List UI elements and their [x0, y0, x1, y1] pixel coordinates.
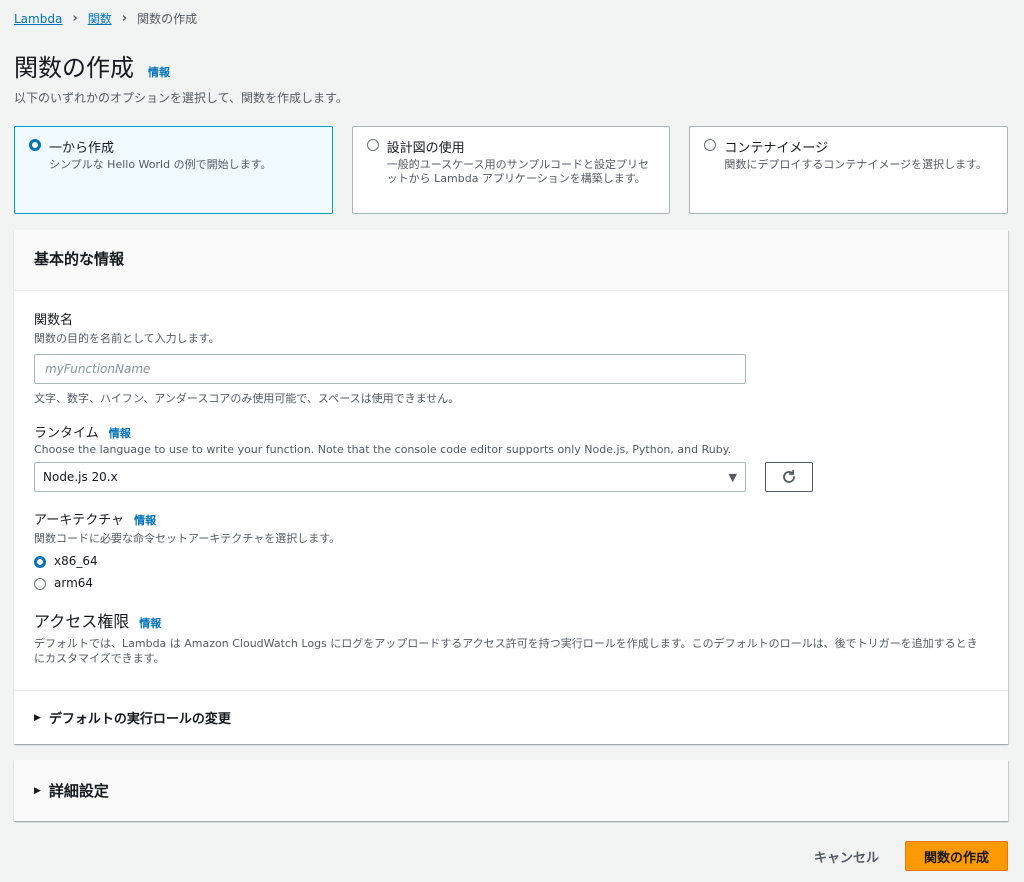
breadcrumb-lambda-link[interactable]: Lambda [14, 12, 62, 26]
page-info-link[interactable]: 情報 [148, 64, 170, 80]
runtime-info-link[interactable]: 情報 [109, 425, 131, 441]
breadcrumb: Lambda › 関数 › 関数の作成 [14, 10, 197, 27]
basic-info-header: 基本的な情報 [14, 230, 1008, 291]
option-use-blueprint[interactable]: 設計図の使用 一般的ユースケース用のサンプルコードと設定プリセットから Lamb… [351, 126, 671, 214]
permissions-title: アクセス権限 情報 [34, 608, 988, 632]
function-name-input[interactable] [34, 354, 746, 384]
architecture-option-x86-64[interactable]: x86_64 [34, 554, 988, 568]
radio-unselected-icon[interactable] [34, 578, 46, 590]
breadcrumb-functions-link[interactable]: 関数 [88, 10, 112, 27]
radio-selected-icon[interactable] [34, 556, 46, 568]
caret-down-icon: ▼ [728, 470, 737, 484]
radio-selected-icon[interactable] [29, 139, 41, 151]
runtime-select-row: Node.js 20.x ▼ [34, 462, 988, 492]
basic-info-body: 関数名 関数の目的を名前として入力します。 文字、数字、ハイフン、アンダースコア… [14, 291, 1008, 667]
runtime-desc: Choose the language to use to write your… [34, 443, 732, 456]
form-actions: キャンセル 関数の作成 [814, 841, 1008, 871]
architecture-option-label: x86_64 [54, 554, 98, 568]
option-author-from-scratch[interactable]: 一から作成 シンプルな Hello World の例で開始します。 [14, 126, 333, 214]
chevron-right-icon: › [121, 11, 128, 26]
permissions-section: アクセス権限 情報 デフォルトでは、Lambda は Amazon CloudW… [34, 608, 988, 667]
architecture-info-link[interactable]: 情報 [134, 512, 156, 528]
function-name-section: 関数名 関数の目的を名前として入力します。 文字、数字、ハイフン、アンダースコア… [34, 309, 988, 406]
radio-unselected-icon[interactable] [366, 139, 379, 151]
radio-unselected-icon[interactable] [704, 139, 717, 151]
change-default-role-expander[interactable]: ▶ デフォルトの実行ロールの変更 [14, 690, 1008, 744]
permissions-title-text: アクセス権限 [34, 612, 130, 631]
option-title: 一から作成 [49, 141, 115, 156]
option-desc: 関数にデプロイするコンテナイメージを選択します。 [724, 158, 988, 171]
architecture-option-label: arm64 [54, 576, 94, 590]
option-title: コンテナイメージ [724, 141, 829, 156]
function-name-label: 関数名 [34, 309, 988, 328]
runtime-label-text: ランタイム [34, 426, 99, 441]
create-function-button[interactable]: 関数の作成 [904, 841, 1008, 871]
option-desc: シンプルな Hello World の例で開始します。 [49, 158, 272, 171]
function-name-desc: 関数の目的を名前として入力します。 [34, 332, 220, 345]
refresh-runtime-button[interactable] [765, 462, 813, 492]
page-subtitle: 以下のいずれかのオプションを選択して、関数を作成します。 [14, 91, 348, 105]
breadcrumb-current: 関数の作成 [137, 12, 198, 26]
option-desc: 一般的ユースケース用のサンプルコードと設定プリセットから Lambda アプリケ… [386, 158, 650, 186]
architecture-label-text: アーキテクチャ [34, 513, 125, 528]
permissions-info-link[interactable]: 情報 [139, 615, 161, 631]
advanced-settings-expander[interactable]: ▶ 詳細設定 [14, 760, 1008, 821]
architecture-label: アーキテクチャ 情報 [34, 509, 988, 528]
architecture-desc: 関数コードに必要な命令セットアーキテクチャを選択します。 [34, 532, 341, 545]
page-title: 関数の作成 [14, 54, 134, 82]
runtime-select[interactable]: Node.js 20.x ▼ [34, 462, 746, 492]
creation-options: 一から作成 シンプルな Hello World の例で開始します。 設計図の使用… [14, 126, 1009, 214]
function-name-constraint: 文字、数字、ハイフン、アンダースコアのみ使用可能で、スペースは使用できません。 [34, 392, 460, 405]
caret-right-icon: ▶ [34, 712, 41, 723]
permissions-desc: デフォルトでは、Lambda は Amazon CloudWatch Logs … [34, 637, 978, 666]
page-header: 関数の作成 情報 [14, 48, 170, 83]
architecture-section: アーキテクチャ 情報 関数コードに必要な命令セットアーキテクチャを選択します。 … [34, 509, 988, 590]
option-title: 設計図の使用 [386, 141, 465, 156]
advanced-settings-label: 詳細設定 [48, 782, 109, 800]
chevron-right-icon: › [72, 11, 78, 26]
refresh-icon [783, 469, 795, 483]
cancel-button[interactable]: キャンセル [814, 847, 879, 866]
caret-right-icon: ▶ [34, 785, 41, 796]
function-name-label-text: 関数名 [34, 313, 74, 328]
change-default-role-label: デフォルトの実行ロールの変更 [48, 712, 231, 727]
runtime-selected-value: Node.js 20.x [43, 470, 118, 484]
basic-info-panel: 基本的な情報 関数名 関数の目的を名前として入力します。 文字、数字、ハイフン、… [14, 230, 1008, 744]
option-container-image[interactable]: コンテナイメージ 関数にデプロイするコンテナイメージを選択します。 [689, 126, 1009, 214]
runtime-section: ランタイム 情報 Choose the language to use to w… [34, 422, 988, 492]
runtime-label: ランタイム 情報 [34, 422, 988, 441]
architecture-option-arm64[interactable]: arm64 [34, 576, 988, 590]
